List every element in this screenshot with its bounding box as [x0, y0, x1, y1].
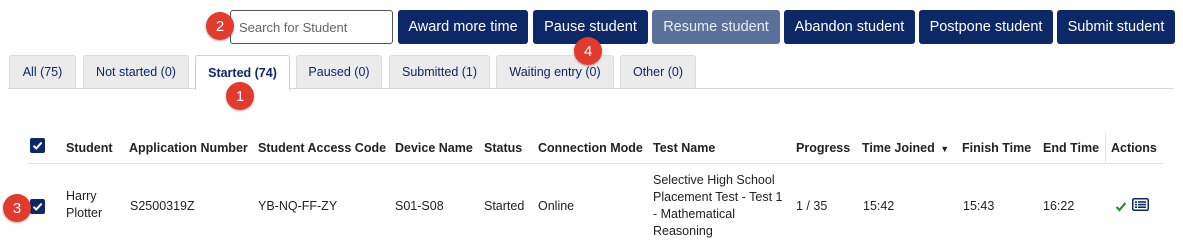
header-end-time: End Time	[1043, 141, 1100, 155]
check-icon[interactable]	[1115, 200, 1127, 215]
row-select-checkbox[interactable]	[30, 199, 45, 214]
tab-paused[interactable]: Paused (0)	[296, 55, 382, 88]
details-list-icon[interactable]	[1132, 198, 1149, 214]
cell-device-name: S01-S08	[395, 199, 444, 213]
cell-finish-time: 15:43	[963, 199, 995, 213]
abandon-student-button[interactable]: Abandon student	[784, 10, 915, 44]
cell-access-code: YB-NQ-FF-ZY	[258, 199, 338, 213]
cell-connection-mode: Online	[538, 199, 575, 213]
tab-submitted[interactable]: Submitted (1)	[389, 55, 490, 88]
resume-student-button[interactable]: Resume student	[652, 10, 780, 44]
cell-application-number: S2500319Z	[130, 199, 195, 213]
cell-progress: 1 / 35	[796, 199, 828, 213]
award-more-time-button[interactable]: Award more time	[398, 10, 528, 44]
postpone-student-button[interactable]: Postpone student	[919, 10, 1053, 44]
tab-other[interactable]: Other (0)	[620, 55, 696, 88]
header-connection-mode: Connection Mode	[538, 141, 643, 155]
cell-student: Harry Plotter	[66, 189, 103, 220]
check-icon-svg	[1115, 202, 1127, 212]
header-device-name: Device Name	[395, 141, 473, 155]
header-time-joined[interactable]: Time Joined ▼	[862, 141, 949, 155]
cell-status: Started	[484, 199, 525, 213]
list-icon-svg	[1132, 198, 1149, 211]
header-test-name: Test Name	[653, 141, 716, 155]
annotation-badge-2: 2	[206, 12, 234, 40]
header-application-number: Application Number	[129, 141, 248, 155]
tab-not-started[interactable]: Not started (0)	[83, 55, 189, 88]
header-access-code: Student Access Code	[258, 141, 387, 155]
annotation-badge-1: 1	[226, 82, 254, 110]
search-input[interactable]	[230, 10, 393, 44]
checkmark-icon	[32, 202, 43, 211]
submit-student-button[interactable]: Submit student	[1057, 10, 1175, 44]
annotation-badge-4: 4	[574, 37, 602, 65]
cell-time-joined: 15:42	[863, 199, 895, 213]
header-time-joined-label: Time Joined	[862, 141, 935, 155]
actions-separator	[1105, 133, 1106, 163]
header-actions: Actions	[1111, 141, 1157, 155]
select-all-checkbox[interactable]	[30, 138, 45, 153]
sort-desc-icon: ▼	[940, 144, 950, 154]
header-divider	[28, 163, 1163, 164]
header-student: Student	[66, 141, 113, 155]
cell-test-name: Selective High School Placement Test - T…	[653, 173, 783, 238]
header-finish-time: Finish Time	[962, 141, 1032, 155]
cell-end-time: 16:22	[1043, 199, 1075, 213]
annotation-badge-3: 3	[3, 194, 31, 222]
tabs-divider	[8, 88, 1173, 89]
header-progress: Progress	[796, 141, 851, 155]
tab-all[interactable]: All (75)	[9, 55, 76, 88]
header-status: Status	[484, 141, 523, 155]
checkmark-icon	[32, 141, 43, 150]
